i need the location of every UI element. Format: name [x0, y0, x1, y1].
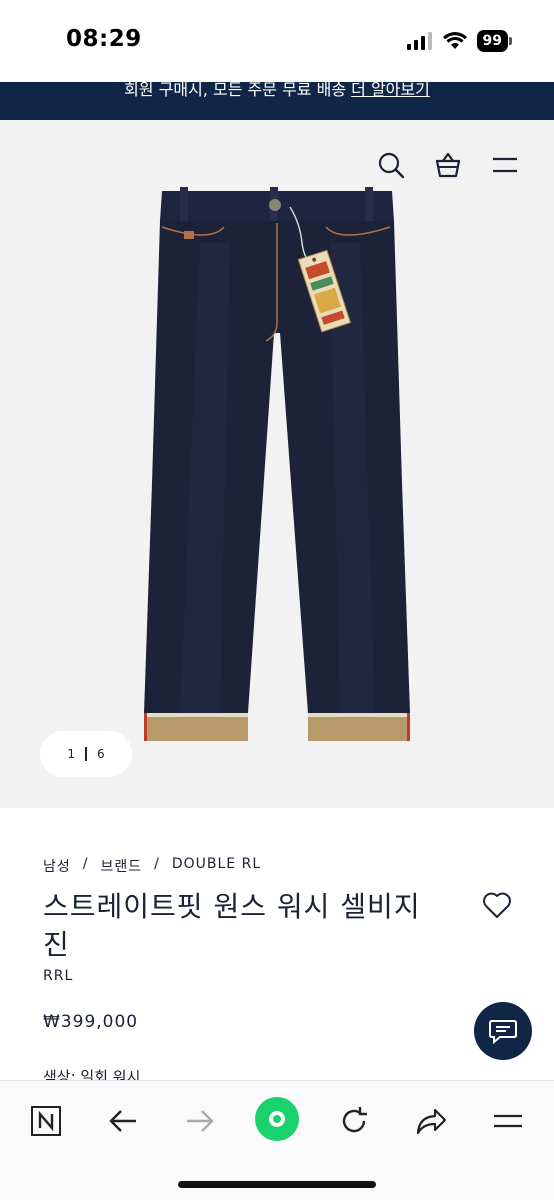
back-arrow-icon[interactable]	[105, 1103, 141, 1139]
breadcrumb: 남성 / 브랜드 / DOUBLE RL	[43, 856, 261, 876]
wifi-icon	[442, 32, 467, 49]
status-icons: 99	[406, 30, 513, 52]
home-green-button[interactable]	[255, 1097, 299, 1141]
promo-learn-more-link[interactable]: 더 알아보기	[351, 82, 430, 99]
heart-icon[interactable]	[482, 891, 512, 919]
chat-button[interactable]	[474, 1002, 532, 1060]
signal-icon	[406, 32, 432, 50]
product-jeans-image	[144, 187, 410, 741]
promo-text: 회원 구매시, 모든 주문 무료 배송	[124, 82, 352, 99]
naver-n-icon[interactable]	[28, 1103, 64, 1139]
breadcrumb-separator: /	[82, 856, 89, 872]
status-bar: 08:29 99	[0, 0, 554, 82]
product-price: ₩399,000	[43, 1012, 139, 1032]
breadcrumb-separator: /	[154, 856, 160, 872]
pager-total: 6	[97, 747, 105, 761]
breadcrumb-item-men[interactable]: 남성	[43, 856, 71, 876]
reload-icon[interactable]	[336, 1103, 372, 1139]
product-title: 스트레이트핏 원스 워시 셀비지 진	[43, 890, 421, 961]
home-indicator	[178, 1181, 376, 1188]
chat-icon	[489, 1020, 517, 1045]
search-icon[interactable]	[376, 150, 406, 180]
pager-current: 1	[67, 747, 75, 761]
promo-banner: 회원 구매시, 모든 주문 무료 배송 더 알아보기	[0, 82, 554, 120]
battery-icon: 99	[476, 30, 513, 52]
browser-menu-icon[interactable]	[490, 1103, 526, 1139]
image-pager: 1 6	[40, 731, 132, 777]
menu-icon[interactable]	[490, 150, 520, 180]
product-brand: RRL	[43, 968, 74, 984]
forward-arrow-icon[interactable]	[182, 1103, 218, 1139]
home-dot-icon	[269, 1111, 285, 1127]
share-icon[interactable]	[413, 1103, 449, 1139]
breadcrumb-item-double-rl[interactable]: DOUBLE RL	[172, 856, 261, 876]
pager-separator	[85, 747, 87, 761]
breadcrumb-item-brand[interactable]: 브랜드	[100, 856, 142, 876]
status-time: 08:29	[66, 26, 142, 52]
shopping-bag-icon[interactable]	[433, 150, 463, 180]
